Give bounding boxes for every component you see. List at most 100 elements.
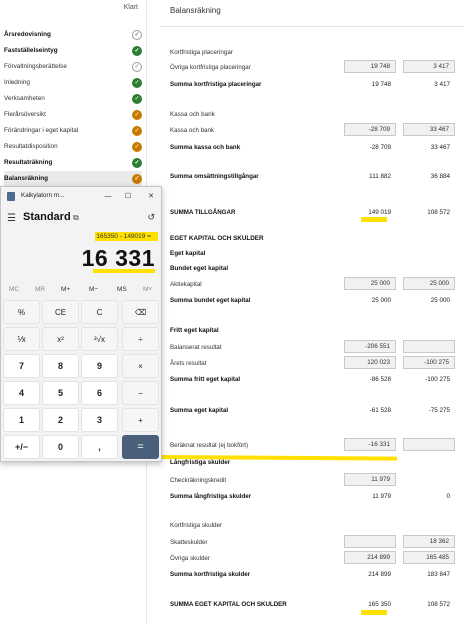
- subtract-key[interactable]: −: [122, 381, 159, 405]
- sum-value-previous: 0: [446, 493, 450, 500]
- sum-value-previous: -75 275: [428, 407, 450, 414]
- memory-clear-button[interactable]: MC: [9, 286, 19, 293]
- section-heading: Kassa och bank: [170, 111, 215, 118]
- memory-recall-button[interactable]: MR: [35, 286, 45, 293]
- minimize-button[interactable]: —: [102, 190, 114, 202]
- section-heading: EGET KAPITAL OCH SKULDER: [170, 235, 264, 242]
- amount-field-current[interactable]: 25 000: [344, 277, 396, 290]
- digit-5-key[interactable]: 5: [42, 381, 79, 405]
- window-title: Kalkylatorn m...: [21, 192, 65, 199]
- digit-4-key[interactable]: 4: [3, 381, 40, 405]
- digit-9-key[interactable]: 9: [81, 354, 118, 378]
- row-label: Aktiekapital: [170, 281, 202, 288]
- sidebar-item-resultatdisposition[interactable]: Resultatdisposition ✓: [4, 139, 142, 154]
- sidebar-item-inledning[interactable]: Inledning ✓: [4, 75, 142, 90]
- digit-1-key[interactable]: 1: [3, 408, 40, 432]
- sidebar-item-forandringar-eget-kapital[interactable]: Förändringar i eget kapital ✓: [4, 123, 142, 138]
- clear-entry-key[interactable]: CE: [42, 300, 79, 324]
- sum-label: Summa fritt eget kapital: [170, 376, 241, 383]
- digit-6-key[interactable]: 6: [81, 381, 118, 405]
- sidebar-item-flerarsoversikt[interactable]: Flerårsöversikt ✓: [4, 107, 142, 122]
- sidebar-item-label: Förvaltningsberättelse: [4, 63, 67, 70]
- sidebar-item-faststallelseintyg[interactable]: Fastställelseintyg ✓: [4, 43, 142, 58]
- calculator-result: 16 331: [81, 245, 155, 271]
- balance-sheet-panel: Balansräkning Kortfristiga placeringar Ö…: [159, 0, 464, 623]
- decimal-key[interactable]: ,: [81, 435, 118, 459]
- row-label: Balanserat resultat: [170, 344, 222, 351]
- sidebar-item-verksamheten[interactable]: Verksamheten ✓: [4, 91, 142, 106]
- digit-8-key[interactable]: 8: [42, 354, 79, 378]
- total-value-current: 165 350: [368, 601, 391, 608]
- sum-value-previous: 3 417: [434, 81, 450, 88]
- total-label: SUMMA EGET KAPITAL OCH SKULDER: [170, 601, 287, 608]
- digit-0-key[interactable]: 0: [42, 435, 79, 459]
- memory-subtract-button[interactable]: M−: [89, 286, 98, 293]
- square-root-key[interactable]: ²√x: [81, 327, 118, 351]
- square-key[interactable]: x²: [42, 327, 79, 351]
- amount-field-previous[interactable]: 18 362: [403, 535, 455, 548]
- amount-field-current[interactable]: 120 023: [344, 356, 396, 369]
- sidebar-item-label: Resultaträkning: [4, 159, 53, 166]
- memory-add-button[interactable]: M+: [61, 286, 70, 293]
- section-heading: Bundet eget kapital: [170, 265, 229, 272]
- sum-label: Summa eget kapital: [170, 407, 229, 414]
- calculator-expression: 165350 - 149019 =: [96, 233, 151, 240]
- total-value-previous: 108 572: [427, 209, 450, 216]
- sum-label: Summa omsättningstillgångar: [170, 173, 259, 180]
- sum-label: Summa kassa och bank: [170, 144, 241, 151]
- hamburger-menu-icon[interactable]: ☰: [7, 213, 16, 224]
- amount-field-previous[interactable]: 25 000: [403, 277, 455, 290]
- amount-field-current[interactable]: 11 979: [344, 473, 396, 486]
- add-key[interactable]: +: [122, 408, 159, 432]
- amount-field-current[interactable]: 214 899: [344, 551, 396, 564]
- amount-field-previous[interactable]: [403, 340, 455, 353]
- calculator-mode-label: Standard: [23, 211, 71, 223]
- digit-2-key[interactable]: 2: [42, 408, 79, 432]
- amount-field-current[interactable]: 19 748: [344, 60, 396, 73]
- calculator-app-icon: [7, 192, 15, 201]
- status-done-icon: ✓: [132, 157, 142, 168]
- close-button[interactable]: ✕: [145, 190, 157, 202]
- amount-field-current[interactable]: -28 709: [344, 123, 396, 136]
- amount-field-previous[interactable]: 33 467: [403, 123, 455, 136]
- row-label: Beräknat resultat (ej bokfört): [170, 442, 249, 449]
- sidebar-item-arsredovisning[interactable]: Årsredovisning ✓: [4, 27, 142, 42]
- amount-field-current[interactable]: -206 551: [344, 340, 396, 353]
- backspace-key[interactable]: ⌫: [122, 300, 159, 324]
- clear-key[interactable]: C: [81, 300, 118, 324]
- digit-3-key[interactable]: 3: [81, 408, 118, 432]
- row-label: Kassa och bank: [170, 127, 215, 134]
- page-title: Balansräkning: [170, 6, 221, 15]
- keep-on-top-icon[interactable]: ⧉: [73, 213, 79, 223]
- sum-value-previous: 183 847: [427, 571, 450, 578]
- digit-7-key[interactable]: 7: [3, 354, 40, 378]
- sidebar-item-resultatrakning[interactable]: Resultaträkning ✓: [4, 155, 142, 170]
- reciprocal-key[interactable]: ⅟x: [3, 327, 40, 351]
- amount-field-previous[interactable]: -100 275: [403, 356, 455, 369]
- memory-store-button[interactable]: MS: [117, 286, 127, 293]
- section-heading: Eget kapital: [170, 250, 206, 257]
- status-done-icon: ✓: [132, 93, 142, 104]
- amount-field-previous[interactable]: 165 485: [403, 551, 455, 564]
- divider: [160, 26, 464, 27]
- percent-key[interactable]: %: [3, 300, 40, 324]
- divide-key[interactable]: ÷: [122, 327, 159, 351]
- calculator-titlebar[interactable]: Kalkylatorn m... — ☐ ✕: [1, 187, 161, 205]
- status-done-icon: ✓: [132, 45, 142, 56]
- sidebar-item-forvaltningsberattelse[interactable]: Förvaltningsberättelse ✓: [4, 59, 142, 74]
- amount-field-current[interactable]: [344, 535, 396, 548]
- multiply-key[interactable]: ×: [122, 354, 159, 378]
- sum-label: Summa kortfristiga skulder: [170, 571, 251, 578]
- memory-list-button[interactable]: M˅: [143, 286, 152, 293]
- negate-key[interactable]: +/−: [3, 435, 40, 459]
- sum-value-current: -86 528: [369, 376, 391, 383]
- maximize-button[interactable]: ☐: [122, 190, 134, 202]
- history-icon[interactable]: ↺: [147, 212, 155, 223]
- amount-field-current[interactable]: -16 331: [344, 438, 396, 451]
- status-warning-icon: ✓: [132, 173, 142, 184]
- sidebar-item-label: Verksamheten: [4, 95, 45, 102]
- equals-key[interactable]: =: [122, 435, 159, 459]
- amount-field-previous[interactable]: 3 417: [403, 60, 455, 73]
- sidebar-item-balansrakning[interactable]: Balansräkning ✓: [4, 171, 142, 186]
- amount-field-previous[interactable]: [403, 438, 455, 451]
